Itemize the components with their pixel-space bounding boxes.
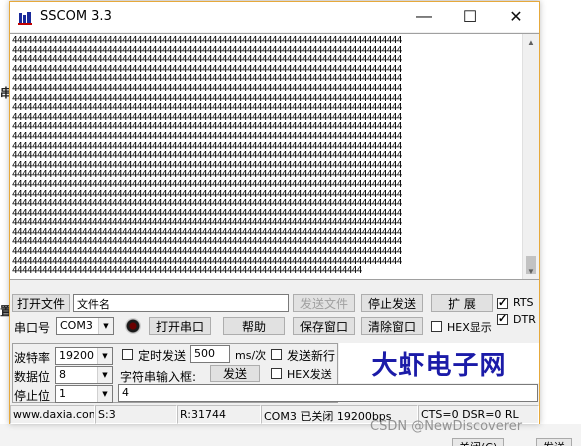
send-newline-checkbox[interactable] — [271, 349, 282, 360]
data-bits-value: 8 — [59, 368, 66, 381]
stop-bits-value: 1 — [59, 387, 66, 400]
timed-send-label: 定时发送 — [138, 349, 187, 363]
stop-bits-label: 停止位 — [14, 389, 51, 403]
clear-window-button[interactable]: 清除窗口 — [361, 317, 423, 335]
scroll-up-icon[interactable]: ▲ — [523, 34, 539, 50]
help-button[interactable]: 帮助 — [223, 317, 285, 335]
minimize-icon: — — [416, 8, 432, 25]
data-bits-select[interactable]: 8 ▼ — [55, 366, 113, 384]
port-status-led-icon — [125, 318, 141, 334]
hex-send-label: HEX发送 — [287, 368, 332, 381]
file-name-field[interactable]: 文件名 — [73, 294, 289, 312]
background-app-right — [540, 0, 581, 446]
title-bar[interactable]: SSCOM 3.3 — ☐ ✕ — [10, 2, 539, 32]
open-file-button[interactable]: 打开文件 — [12, 294, 70, 312]
save-window-button[interactable]: 保存窗口 — [293, 317, 355, 335]
hex-display-checkbox[interactable] — [431, 321, 442, 332]
close-icon: ✕ — [509, 9, 523, 26]
sscom-app-icon — [18, 12, 32, 25]
maximize-button[interactable]: ☐ — [447, 2, 493, 32]
port-select[interactable]: COM3 ▼ — [56, 317, 114, 335]
receive-line: 4444444444444444444444444444444444444444… — [12, 265, 362, 277]
sscom-window: SSCOM 3.3 — ☐ ✕ 444444444444444444444444… — [9, 1, 540, 424]
scroll-down-icon[interactable]: ▼ — [523, 263, 539, 279]
rts-label: RTS — [513, 296, 534, 309]
window-title: SSCOM 3.3 — [40, 9, 112, 24]
chevron-down-icon: ▼ — [98, 318, 113, 334]
minimize-button[interactable]: — — [401, 2, 447, 32]
send-newline-label: 发送新行 — [287, 349, 336, 363]
brand-banner[interactable]: 大虾电子网 — [339, 343, 539, 383]
input-label: 字符串输入框: — [120, 370, 197, 384]
dtr-checkbox[interactable] — [497, 312, 508, 326]
receive-area[interactable]: 4444444444444444444444444444444444444444… — [10, 33, 539, 280]
receive-text: 4444444444444444444444444444444444444444… — [12, 36, 520, 276]
chevron-down-icon: ▼ — [97, 367, 112, 383]
interval-input[interactable]: 500 — [190, 345, 230, 363]
baud-label: 波特率 — [14, 351, 51, 365]
watermark: CSDN @NewDiscoverer — [370, 419, 523, 434]
stop-bits-select[interactable]: 1 ▼ — [55, 385, 113, 403]
status-site[interactable]: www.daxia.com — [10, 405, 95, 424]
hex-display-label: HEX显示 — [447, 321, 492, 334]
open-port-button[interactable]: 打开串口 — [149, 317, 211, 335]
baud-select[interactable]: 19200 ▼ — [55, 347, 113, 365]
maximize-icon: ☐ — [462, 9, 478, 26]
port-value: COM3 — [60, 319, 93, 332]
data-bits-label: 数据位 — [14, 370, 51, 384]
send-button[interactable]: 发送 — [210, 365, 260, 382]
port-label: 串口号 — [14, 321, 51, 335]
expand-button[interactable]: 扩 展 — [431, 294, 493, 312]
rts-checkbox[interactable] — [497, 296, 508, 310]
background-close-button[interactable]: 关闭(C) — [452, 438, 505, 446]
background-send-button[interactable]: 发送 — [536, 438, 572, 446]
status-sent: S:3 — [95, 405, 177, 424]
baud-value: 19200 — [59, 349, 94, 362]
chevron-down-icon: ▼ — [97, 386, 112, 402]
send-input[interactable]: 4 — [118, 384, 538, 402]
status-received: R:31744 — [177, 405, 261, 424]
timed-send-checkbox[interactable] — [122, 349, 133, 360]
receive-scrollbar[interactable]: ▲ ▼ — [522, 34, 539, 279]
close-button[interactable]: ✕ — [493, 2, 539, 32]
stop-send-button[interactable]: 停止发送 — [361, 294, 423, 312]
chevron-down-icon: ▼ — [97, 348, 112, 364]
interval-unit: ms/次 — [235, 349, 267, 362]
hex-send-checkbox[interactable] — [271, 368, 282, 379]
dtr-label: DTR — [513, 313, 536, 326]
send-file-button[interactable]: 发送文件 — [293, 294, 355, 312]
